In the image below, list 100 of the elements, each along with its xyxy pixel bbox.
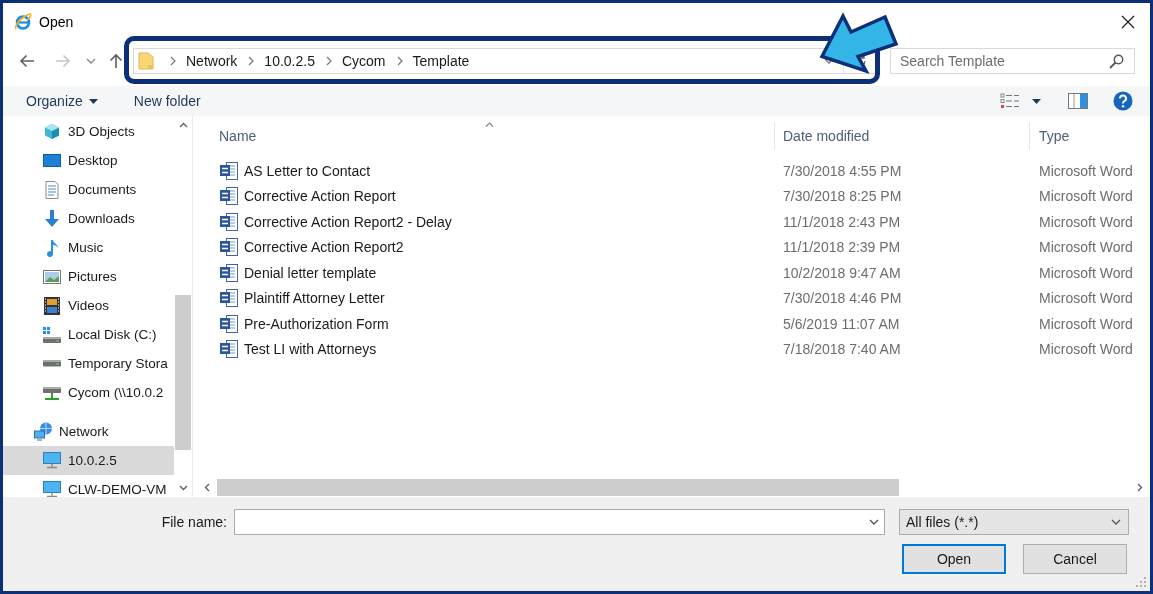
sidebar-item[interactable]: Desktop bbox=[3, 146, 174, 175]
caret-icon[interactable] bbox=[869, 519, 879, 525]
column-header[interactable]: Name bbox=[193, 122, 775, 150]
sidebar-item[interactable]: Videos bbox=[3, 291, 174, 320]
document-icon bbox=[220, 263, 238, 282]
preview-pane-icon[interactable] bbox=[1068, 93, 1088, 109]
document-icon bbox=[220, 212, 238, 231]
sidebar-item[interactable]: Cycom (\\10.0.2 bbox=[3, 378, 174, 407]
picture-icon bbox=[42, 269, 62, 284]
date-modified: 10/2/2018 9:47 AM bbox=[783, 264, 901, 281]
breadcrumb-item[interactable]: Template bbox=[409, 53, 473, 69]
file-name[interactable]: Denial letter template bbox=[244, 264, 377, 281]
sidebar-item[interactable]: Downloads bbox=[3, 204, 174, 233]
sidebar-item[interactable]: 3D Objects bbox=[3, 117, 174, 146]
drive-icon bbox=[42, 326, 62, 343]
details-view-icon[interactable] bbox=[1000, 93, 1020, 109]
sidebar-item[interactable]: Network bbox=[3, 417, 174, 446]
file-name[interactable]: Corrective Action Report bbox=[244, 188, 396, 205]
close-icon bbox=[1121, 15, 1135, 29]
file-name[interactable]: Pre-Authorization Form bbox=[244, 315, 389, 332]
down-caret-icon[interactable] bbox=[178, 485, 188, 491]
resize-grip-icon bbox=[1136, 577, 1146, 587]
search-field[interactable]: Search Template bbox=[890, 48, 1135, 74]
sidebar-item[interactable]: Documents bbox=[3, 175, 174, 204]
file-type: Microsoft Word bbox=[1039, 162, 1133, 179]
scrollbar-thumb[interactable] bbox=[175, 295, 191, 450]
caret-icon bbox=[86, 58, 96, 64]
document-icon bbox=[220, 314, 238, 333]
breadcrumb-item[interactable]: Network bbox=[183, 53, 241, 69]
network-drive-icon bbox=[42, 385, 62, 400]
file-name[interactable]: Plaintiff Attorney Letter bbox=[244, 290, 385, 307]
file-name-label: File name: bbox=[161, 514, 227, 530]
cancel-button[interactable]: Cancel bbox=[1023, 544, 1127, 574]
organize-button[interactable]: Organize bbox=[23, 89, 101, 113]
chevron-icon[interactable] bbox=[396, 56, 403, 66]
sidebar-item[interactable]: Local Disk (C:) bbox=[3, 320, 174, 349]
breadcrumb-item[interactable]: Cycom bbox=[338, 53, 389, 69]
sort-caret-icon bbox=[484, 122, 494, 127]
new-folder-button[interactable]: New folder bbox=[130, 89, 204, 113]
chevron-icon[interactable] bbox=[325, 56, 332, 66]
file-type: Microsoft Word bbox=[1039, 264, 1133, 281]
file-name[interactable]: Test LI with Attorneys bbox=[244, 341, 377, 358]
file-type: Microsoft Word bbox=[1039, 341, 1133, 358]
sidebar-item[interactable]: Music bbox=[3, 233, 174, 262]
document-icon bbox=[220, 187, 238, 206]
folder-icon bbox=[138, 52, 154, 70]
search-input[interactable]: Search Template bbox=[891, 50, 1109, 72]
right-caret-icon[interactable] bbox=[1137, 483, 1143, 492]
file-type-dropdown[interactable]: All files (*.*) bbox=[899, 509, 1129, 535]
back-arrow-icon bbox=[19, 54, 35, 68]
scrollbar-thumb[interactable] bbox=[217, 479, 899, 496]
file-name-field[interactable] bbox=[234, 509, 885, 535]
file-type: Microsoft Word bbox=[1039, 239, 1133, 256]
forward-arrow-icon bbox=[55, 54, 71, 68]
sidebar-item[interactable]: Pictures bbox=[3, 262, 174, 291]
file-name[interactable]: Corrective Action Report2 - Delay bbox=[244, 213, 452, 230]
document-icon bbox=[220, 238, 238, 257]
column-header[interactable]: Date modified bbox=[775, 122, 1030, 150]
date-modified: 11/1/2018 2:43 PM bbox=[783, 213, 901, 230]
document-icon bbox=[220, 289, 238, 308]
sidebar-item[interactable]: Temporary Stora bbox=[3, 349, 174, 378]
chevron-icon[interactable] bbox=[248, 56, 255, 66]
sidebar-item[interactable]: CLW-DEMO-VM bbox=[3, 475, 174, 497]
file-type: Microsoft Word bbox=[1039, 315, 1133, 332]
date-modified: 7/30/2018 4:46 PM bbox=[783, 290, 902, 307]
breadcrumb-item[interactable]: 10.0.2.5 bbox=[261, 53, 318, 69]
cube-icon bbox=[42, 121, 62, 142]
chevron-icon[interactable] bbox=[170, 56, 176, 66]
up-caret-icon[interactable] bbox=[178, 122, 188, 128]
column-header[interactable]: Type bbox=[1030, 122, 1150, 150]
date-modified: 7/30/2018 8:25 PM bbox=[783, 188, 902, 205]
file-type: Microsoft Word bbox=[1039, 290, 1133, 307]
date-modified: 7/30/2018 4:55 PM bbox=[783, 162, 902, 179]
sidebar-item[interactable]: 10.0.2.5 bbox=[3, 446, 174, 475]
search-icon bbox=[1109, 53, 1124, 69]
monitor-icon bbox=[42, 481, 62, 497]
file-type: Microsoft Word bbox=[1039, 188, 1133, 205]
document-icon bbox=[42, 179, 62, 200]
network-icon bbox=[33, 422, 53, 441]
file-type: Microsoft Word bbox=[1039, 213, 1133, 230]
open-button[interactable]: Open bbox=[902, 544, 1006, 574]
up-arrow-icon bbox=[109, 53, 123, 69]
down-arrow-icon bbox=[42, 209, 62, 228]
desktop-icon bbox=[42, 153, 62, 168]
file-name[interactable]: AS Letter to Contact bbox=[244, 162, 371, 179]
date-modified: 11/1/2018 2:39 PM bbox=[783, 239, 901, 256]
window-title: Open bbox=[39, 14, 74, 30]
film-icon bbox=[42, 295, 62, 316]
monitor-icon bbox=[42, 452, 62, 469]
caret-icon[interactable] bbox=[1032, 98, 1041, 104]
caret-icon bbox=[1111, 519, 1121, 525]
drive-icon bbox=[42, 360, 62, 367]
document-icon bbox=[220, 161, 238, 180]
document-icon bbox=[220, 340, 238, 359]
app-icon bbox=[14, 13, 32, 31]
file-name[interactable]: Corrective Action Report2 bbox=[244, 239, 404, 256]
help-icon[interactable] bbox=[1113, 91, 1133, 111]
caret-icon bbox=[88, 98, 98, 104]
left-caret-icon[interactable] bbox=[204, 483, 210, 492]
date-modified: 5/6/2019 11:07 AM bbox=[783, 315, 900, 332]
